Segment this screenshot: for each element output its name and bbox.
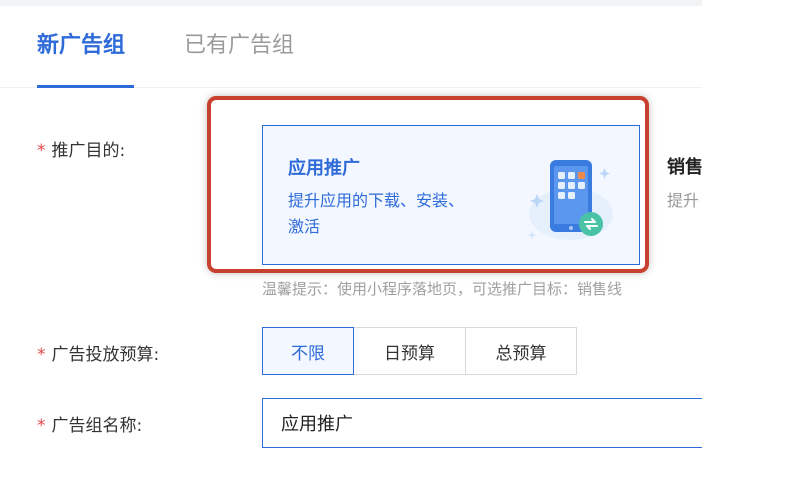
budget-label: * 广告投放预算: [37,340,159,365]
budget-segmented-control: 不限 日预算 总预算 [262,327,577,375]
goal-option-sales[interactable]: 销售 提升 [653,125,702,265]
goal-label-text: 推广目的: [51,141,126,161]
active-tab-indicator [37,85,134,88]
tab-new-ad-group[interactable]: 新广告组 [37,30,125,62]
goal-option-app-promotion[interactable]: 应用推广 提升应用的下载、安装、激活 [262,125,640,265]
goal-hint: 温馨提示：使用小程序落地页，可选推广目标：销售线 [262,280,623,298]
required-mark: * [37,141,46,161]
budget-label-text: 广告投放预算: [51,345,160,365]
required-mark: * [37,345,46,365]
required-mark: * [37,416,46,436]
tab-existing-ad-group[interactable]: 已有广告组 [184,30,294,62]
ad-group-name-input[interactable] [262,398,702,448]
name-label-text: 广告组名称: [51,416,143,436]
goal-option-desc: 提升 [667,191,700,210]
name-label: * 广告组名称: [37,411,142,436]
goal-option-desc: 提升应用的下载、安装、激活 [288,191,465,236]
budget-option-daily[interactable]: 日预算 [353,327,466,375]
budget-option-unlimited[interactable]: 不限 [262,327,354,375]
top-strip [0,0,702,6]
goal-option-title: 销售 [667,157,702,178]
goal-option-title: 应用推广 [288,158,360,179]
phone-app-illustration-icon [528,160,613,240]
ad-group-form-panel: 新广告组 已有广告组 * 推广目的: 应用推广 提升应用的下载、安装、激活 销售… [0,0,702,485]
budget-option-total[interactable]: 总预算 [465,327,577,375]
goal-label: * 推广目的: [37,136,125,161]
